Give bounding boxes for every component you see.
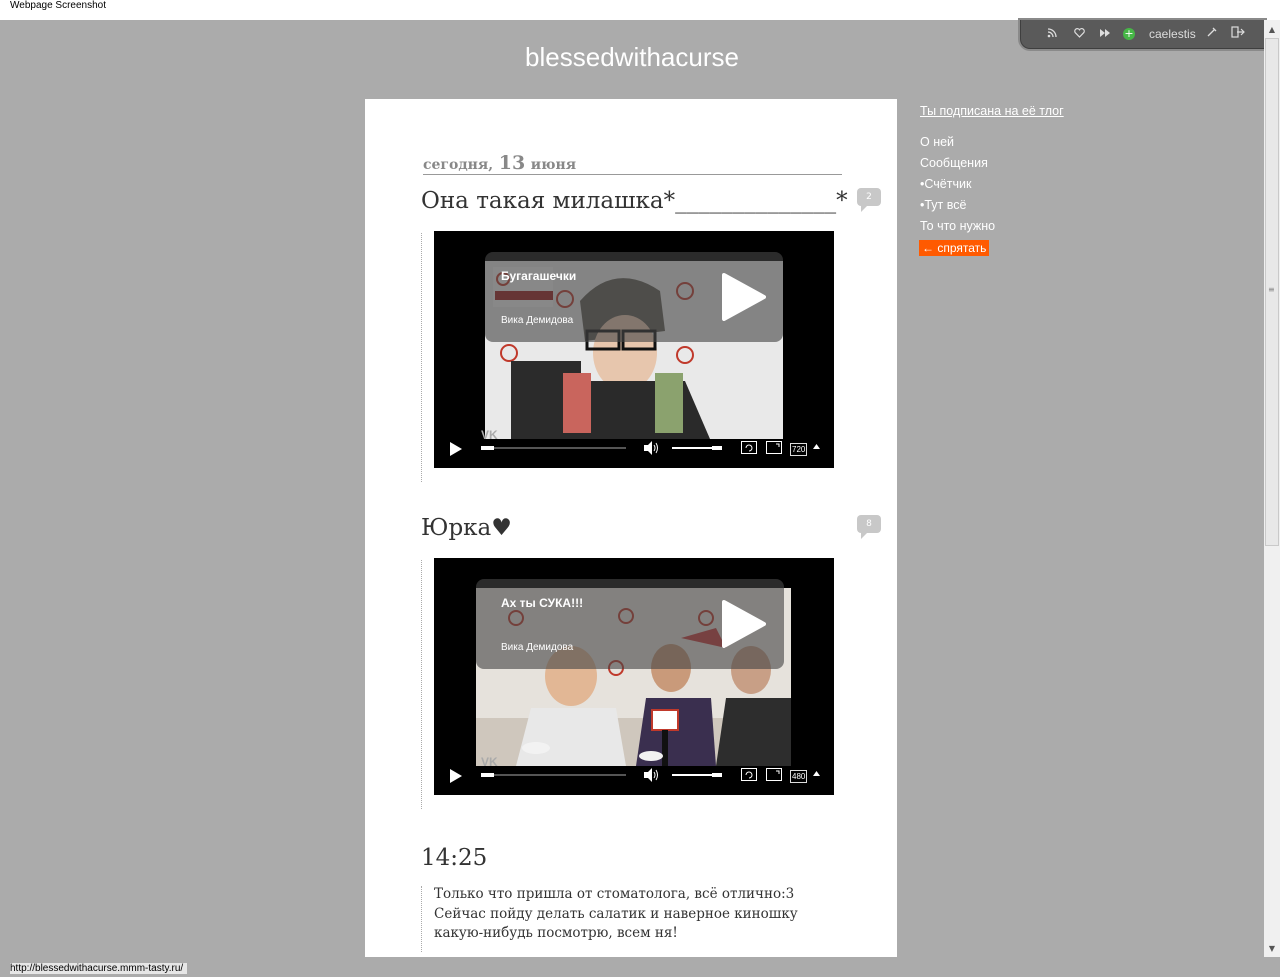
progress-bar[interactable] [481,447,626,449]
post-title[interactable]: 14:25 [421,845,487,871]
post-divider [421,233,422,482]
video-info-overlay[interactable]: Ах ты СУКА!!! Вика Демидова [476,579,784,669]
video-info-overlay[interactable]: Бугагашечки Вика Демидова [485,252,783,342]
hide-sidebar-button[interactable]: ← спрятать [919,240,990,256]
play-large-icon[interactable] [718,273,766,321]
progress-fill [481,446,494,450]
quality-selector[interactable]: 480 [790,770,808,783]
heart-icon[interactable] [1074,26,1085,42]
volume-fill [712,446,722,450]
play-icon[interactable] [450,769,462,783]
sidebar-link-counter[interactable]: •Счётчик [920,177,971,191]
repeat-icon[interactable] [741,441,757,454]
video-title[interactable]: Бугагашечки [501,269,576,283]
user-toolbar: + caelestis [1020,20,1265,49]
post-divider [421,886,422,952]
comment-count: 2 [866,192,872,202]
quality-arrow-icon[interactable] [813,771,820,776]
post-divider [421,560,422,809]
video-player[interactable]: Ах ты СУКА!!! Вика Демидова VK 480 [434,558,834,795]
fullscreen-icon[interactable] [766,768,782,781]
scroll-grip-icon: ≡ [1268,285,1275,294]
play-large-icon[interactable] [718,600,766,648]
video-controls: 480 [434,761,834,795]
video-title[interactable]: Ах ты СУКА!!! [501,596,583,610]
post-title[interactable]: Она такая милашка*______________* [421,188,848,214]
username-link[interactable]: caelestis [1149,26,1196,42]
video-controls: 720 [434,434,834,468]
progress-fill [481,773,494,777]
video-author[interactable]: Вика Демидова [501,642,573,653]
date-month: июня [530,157,577,173]
status-url: http://blessedwithacurse.mmm-tasty.ru/ [10,963,188,974]
rss-icon[interactable] [1047,26,1057,42]
volume-fill [712,773,722,777]
video-author[interactable]: Вика Демидова [501,315,573,326]
window-caption: Webpage Screenshot [0,0,1280,20]
comment-count: 8 [866,519,872,529]
scroll-up-icon[interactable]: ▲ [1264,22,1280,38]
progress-bar[interactable] [481,774,626,776]
volume-icon[interactable] [644,441,660,455]
settings-icon[interactable] [1206,26,1218,42]
fast-forward-icon[interactable] [1099,26,1111,42]
post-title[interactable]: Юрка♥ [421,515,512,541]
sidebar-link-all[interactable]: •Тут всё [920,198,966,212]
video-player[interactable]: Бугагашечки Вика Демидова VK 720 [434,231,834,468]
sidebar-link-needed[interactable]: То что нужно [920,219,995,233]
subscription-link[interactable]: Ты подписана на её тлог [920,104,1064,118]
scroll-down-icon[interactable]: ▼ [1264,941,1280,957]
fullscreen-icon[interactable] [766,441,782,454]
quality-arrow-icon[interactable] [813,444,820,449]
comment-count-badge[interactable]: 8 [857,515,881,539]
quality-selector[interactable]: 720 [790,443,808,456]
sidebar-link-messages[interactable]: Сообщения [920,156,988,170]
date-prefix: сегодня, [423,157,494,173]
logout-icon[interactable] [1231,26,1245,42]
date-header: сегодня, 13 июня [423,152,842,175]
sidebar-link-about[interactable]: О ней [920,135,954,149]
comment-count-badge[interactable]: 2 [857,188,881,212]
volume-icon[interactable] [644,768,660,782]
play-icon[interactable] [450,442,462,456]
window-caption-text: Webpage Screenshot [10,0,106,11]
add-icon[interactable]: + [1123,28,1135,40]
repeat-icon[interactable] [741,768,757,781]
post-text: Только что пришла от стоматолога, всё от… [434,886,798,941]
date-day: 13 [498,152,526,174]
